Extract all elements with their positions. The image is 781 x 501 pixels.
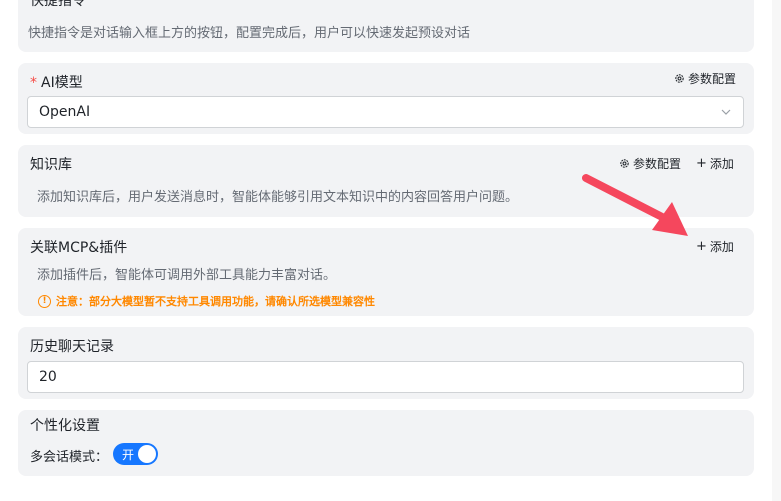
ai-model-label: AI模型 xyxy=(41,75,83,91)
required-mark: * xyxy=(30,75,37,91)
param-config-label: 参数配置 xyxy=(687,72,736,86)
plus-icon: + xyxy=(696,156,707,171)
compatibility-warning: ! 注意：部分大模型暂不支持工具调用功能，请确认所选模型兼容性 xyxy=(38,293,375,309)
add-label: 添加 xyxy=(709,157,734,171)
param-config-label: 参数配置 xyxy=(633,157,682,171)
ai-model-select[interactable]: OpenAI xyxy=(27,96,744,128)
mcp-plugins-description: 添加插件后，智能体可调用外部工具能力丰富对话。 xyxy=(37,268,337,283)
chat-history-card: 历史聊天记录 20 xyxy=(18,327,754,399)
warning-circle-icon: ! xyxy=(38,294,51,308)
knowledge-base-param-config-button[interactable]: 参数配置 xyxy=(619,155,681,172)
mcp-plugins-add-button[interactable]: + 添加 xyxy=(696,238,734,255)
knowledge-base-add-button[interactable]: + 添加 xyxy=(696,155,734,172)
ai-model-card: * AI模型 参数配置 OpenAI xyxy=(18,63,754,134)
ai-model-selected-value: OpenAI xyxy=(39,104,91,120)
chevron-down-icon xyxy=(721,109,731,115)
knowledge-base-description: 添加知识库后，用户发送消息时，智能体能够引用文本知识中的内容回答用户问题。 xyxy=(37,190,519,205)
quick-commands-title: 快捷指令 xyxy=(30,0,86,9)
toggle-label: 开 xyxy=(122,448,135,462)
annotation-arrow xyxy=(582,174,688,236)
add-label: 添加 xyxy=(709,240,734,254)
personalization-title: 个性化设置 xyxy=(30,418,100,434)
multi-session-label: 多会话模式： xyxy=(30,450,109,465)
ai-model-title: * AI模型 xyxy=(30,72,83,92)
ai-model-param-config-button[interactable]: 参数配置 xyxy=(674,70,736,87)
gear-icon xyxy=(620,159,629,168)
mcp-plugins-title: 关联MCP&插件 xyxy=(30,240,128,256)
toggle-knob xyxy=(138,445,156,463)
warning-text: 注意：部分大模型暂不支持工具调用功能，请确认所选模型兼容性 xyxy=(56,295,375,308)
chat-history-value: 20 xyxy=(39,369,57,385)
chat-history-title: 历史聊天记录 xyxy=(30,339,114,355)
quick-commands-card: 快捷指令 快捷指令是对话输入框上方的按钮，配置完成后，用户可以快速发起预设对话 xyxy=(18,0,754,52)
personalization-card: 个性化设置 多会话模式： 开 xyxy=(18,410,754,476)
quick-commands-description: 快捷指令是对话输入框上方的按钮，配置完成后，用户可以快速发起预设对话 xyxy=(28,26,471,41)
plus-icon: + xyxy=(696,239,707,254)
knowledge-base-title: 知识库 xyxy=(30,157,72,173)
gear-icon xyxy=(675,74,684,83)
multi-session-toggle[interactable]: 开 xyxy=(113,443,158,465)
scrollbar[interactable] xyxy=(772,0,781,501)
chat-history-input[interactable]: 20 xyxy=(27,361,744,393)
